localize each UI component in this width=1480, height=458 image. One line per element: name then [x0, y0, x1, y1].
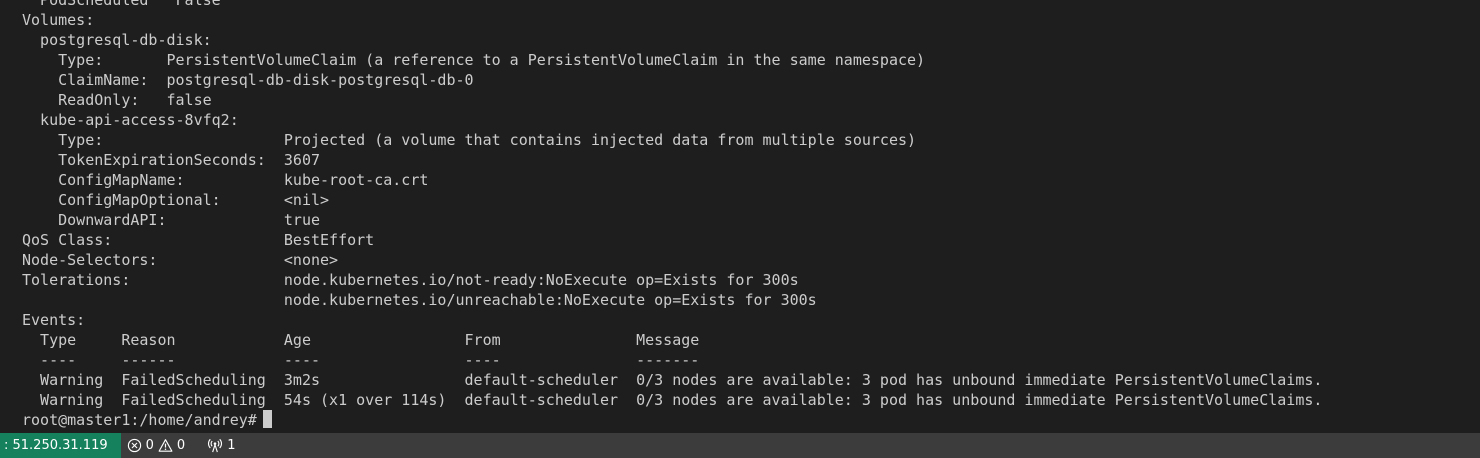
terminal-line: Node-Selectors: <none> — [22, 251, 339, 269]
terminal-line: Volumes: — [22, 11, 95, 29]
status-bar: : 51.250.31.119 0 0 1 — [0, 433, 1480, 458]
terminal-line: ConfigMapName: kube-root-ca.crt — [22, 171, 429, 189]
terminal-line: Type Reason Age From Message — [22, 331, 700, 349]
terminal-prompt-line[interactable]: root@master1:/home/andrey# — [22, 410, 1322, 430]
terminal-line: postgresql-db-disk: — [22, 31, 212, 49]
terminal-line: ReadOnly: false — [22, 91, 212, 109]
terminal-line: ---- ------ ---- ---- ------- — [22, 351, 700, 369]
terminal-panel[interactable]: PodScheduled False Volumes: postgresql-db… — [0, 0, 1480, 433]
terminal-line: TokenExpirationSeconds: 3607 — [22, 151, 321, 169]
terminal-line: kube-api-access-8vfq2: — [22, 111, 239, 129]
error-circle-icon — [127, 438, 142, 453]
terminal-line: ConfigMapOptional: <nil> — [22, 191, 330, 209]
warnings-count: 0 — [176, 438, 186, 453]
warning-triangle-icon — [158, 438, 173, 453]
remote-host-indicator[interactable]: : 51.250.31.119 — [0, 433, 121, 458]
terminal-cursor — [262, 410, 272, 428]
remote-host-label: : 51.250.31.119 — [4, 438, 108, 453]
terminal-line: QoS Class: BestEffort — [22, 231, 375, 249]
terminal-line: DownwardAPI: true — [22, 211, 321, 229]
errors-count: 0 — [145, 438, 154, 453]
terminal-line: Warning FailedScheduling 54s (x1 over 11… — [22, 391, 1323, 409]
problems-indicator[interactable]: 0 0 — [121, 433, 192, 458]
terminal-line: Type: PersistentVolumeClaim (a reference… — [22, 51, 926, 69]
ports-indicator[interactable]: 1 — [201, 433, 241, 458]
terminal-line: PodScheduled False — [22, 0, 221, 9]
ports-count: 1 — [227, 438, 236, 453]
shell-prompt: root@master1:/home/andrey# — [22, 411, 257, 429]
broadcast-antenna-icon — [207, 438, 223, 453]
terminal-output: PodScheduled False Volumes: postgresql-db… — [22, 0, 1322, 430]
terminal-line: Tolerations: node.kubernetes.io/not-read… — [22, 271, 799, 289]
terminal-line: Type: Projected (a volume that contains … — [22, 131, 917, 149]
terminal-line: Events: — [22, 311, 86, 329]
terminal-line: Warning FailedScheduling 3m2s default-sc… — [22, 371, 1323, 389]
terminal-line: ClaimName: postgresql-db-disk-postgresql… — [22, 71, 474, 89]
terminal-line: node.kubernetes.io/unreachable:NoExecute… — [22, 291, 817, 309]
